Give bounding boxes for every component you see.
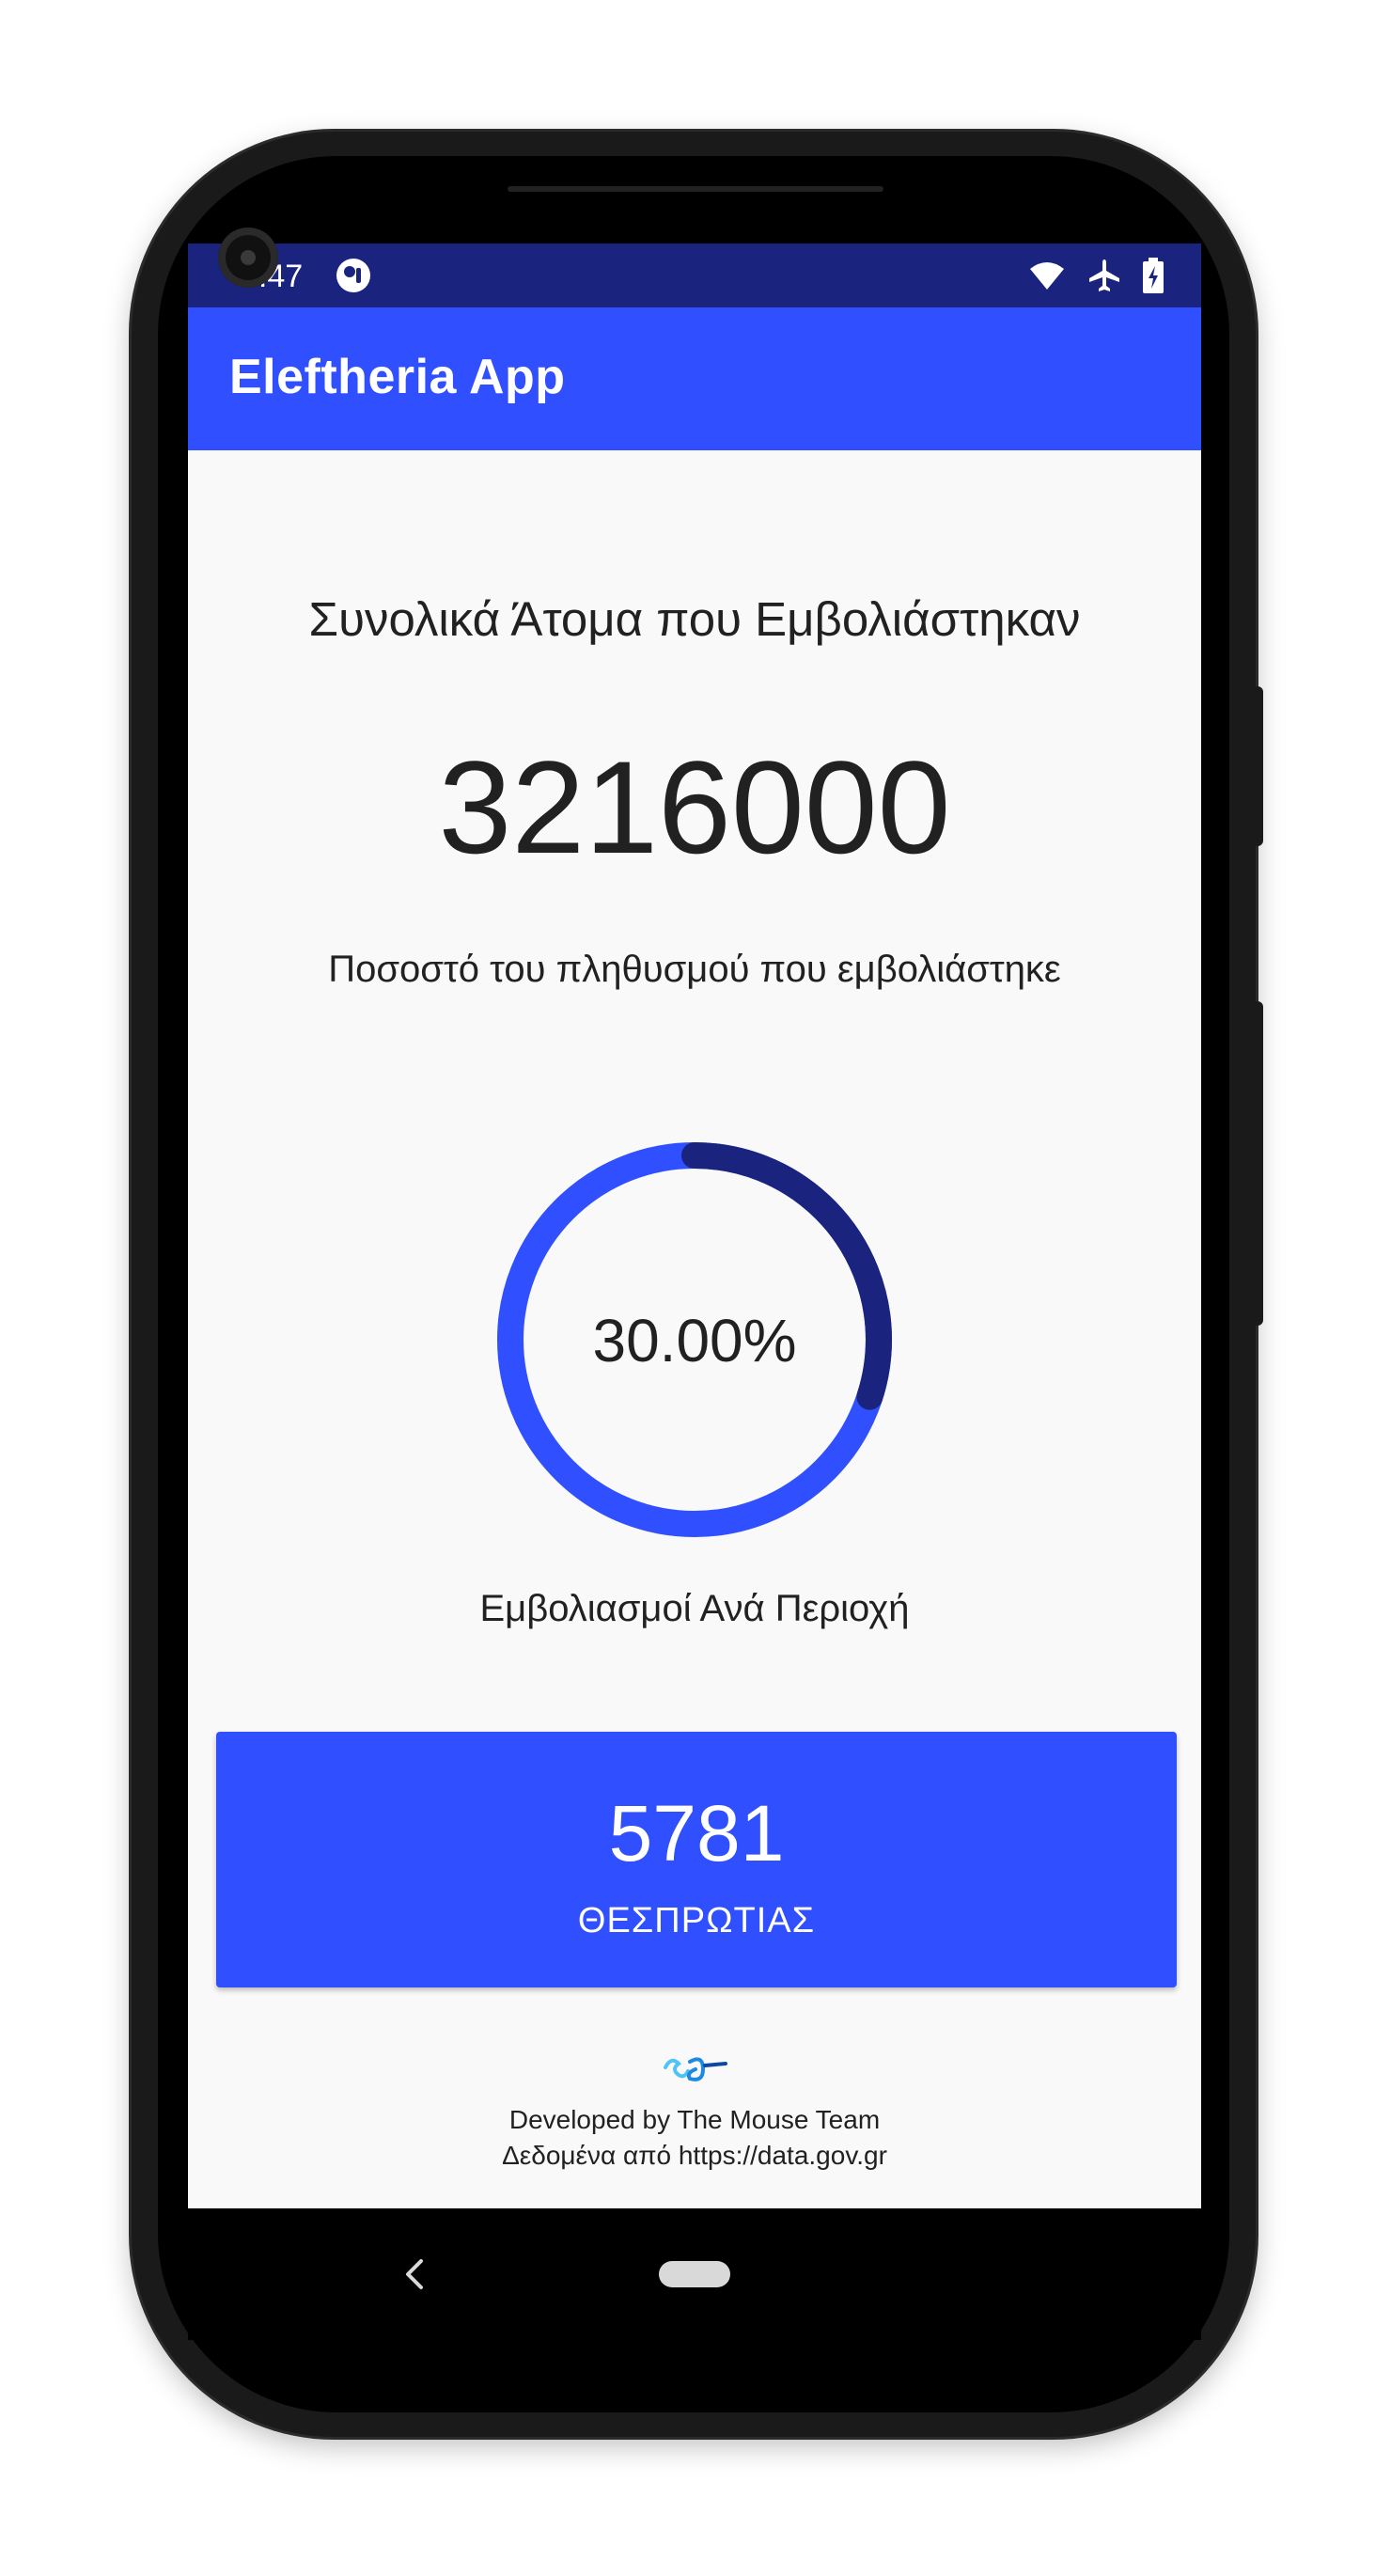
volume-button: [1254, 1001, 1263, 1326]
app-bar: Eleftheria App: [188, 307, 1201, 450]
navigation-bar: [188, 2208, 1201, 2340]
mouse-team-logo: [664, 2057, 727, 2081]
front-camera: [218, 228, 278, 288]
total-vaccinated-value: 3216000: [438, 733, 951, 881]
earpiece-speaker: [508, 186, 883, 192]
status-icons: [1028, 255, 1164, 296]
region-card[interactable]: 5781 ΘΕΣΠΡΩΤΙΑΣ: [216, 1732, 1177, 1987]
back-arrow-icon[interactable]: [397, 2255, 434, 2293]
airplane-mode-icon: [1089, 259, 1119, 291]
total-vaccinated-label: Συνολικά Άτομα που Εμβολιάστηκαν: [308, 592, 1081, 646]
home-pill-icon[interactable]: [659, 2261, 730, 2287]
status-bar: 9:47: [188, 243, 1201, 307]
battery-charging-icon: [1143, 258, 1164, 293]
app-screen: 9:47 Eleftheria App Συνολικά Άτομα που Ε…: [188, 243, 1201, 2208]
power-button: [1254, 686, 1263, 846]
app-title: Eleftheria App: [229, 350, 566, 404]
wifi-icon: [1030, 262, 1064, 290]
developer-credit: Developed by The Mouse Team: [508, 2105, 881, 2134]
region-name: ΘΕΣΠΡΩΤΙΑΣ: [577, 1901, 816, 1940]
regions-label: Εμβολιασμοί Ανά Περιοχή: [479, 1588, 910, 1629]
population-percent-label: Ποσοστό του πληθυσμού που εμβολιάστηκε: [328, 949, 1061, 990]
region-vaccination-count: 5781: [608, 1789, 785, 1877]
data-source-credit: Δεδομένα από https://data.gov.gr: [502, 2141, 887, 2170]
progress-percent-value: 30.00%: [592, 1307, 797, 1374]
circle-app-icon: [336, 259, 370, 292]
